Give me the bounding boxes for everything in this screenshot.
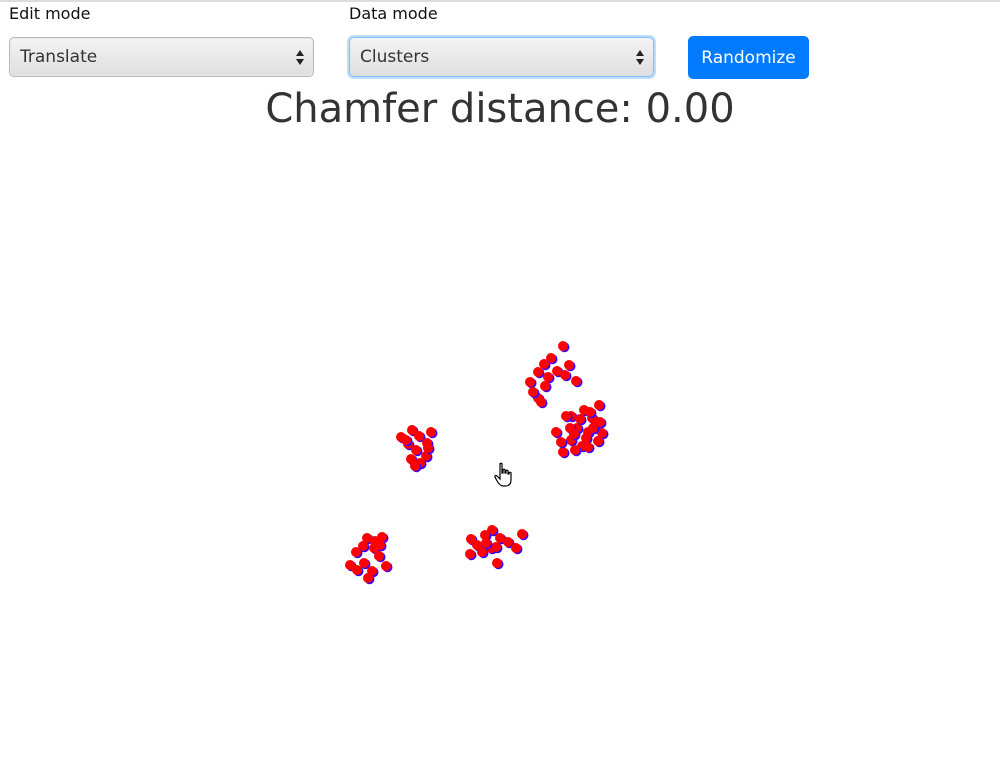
source-point[interactable] [503, 537, 513, 547]
source-point[interactable] [536, 397, 546, 407]
source-point[interactable] [583, 442, 593, 452]
source-point[interactable] [492, 558, 502, 568]
source-point[interactable] [585, 407, 595, 417]
source-point[interactable] [414, 431, 424, 441]
source-point[interactable] [564, 360, 574, 370]
source-point[interactable] [540, 381, 550, 391]
source-point[interactable] [560, 370, 570, 380]
source-point[interactable] [556, 437, 566, 447]
source-point[interactable] [363, 573, 373, 583]
source-point[interactable] [374, 551, 384, 561]
source-point[interactable] [375, 540, 385, 550]
source-point[interactable] [593, 436, 603, 446]
source-point[interactable] [581, 433, 591, 443]
source-point[interactable] [352, 565, 362, 575]
source-point[interactable] [525, 377, 535, 387]
source-point[interactable] [575, 414, 585, 424]
source-point[interactable] [571, 376, 581, 386]
hand-pointer-icon [494, 462, 512, 487]
source-point[interactable] [481, 538, 491, 548]
source-point[interactable] [595, 417, 605, 427]
source-point[interactable] [558, 341, 568, 351]
source-point[interactable] [569, 429, 579, 439]
source-point[interactable] [528, 387, 538, 397]
source-point[interactable] [570, 445, 580, 455]
source-point[interactable] [511, 543, 521, 553]
source-point[interactable] [551, 427, 561, 437]
point-cloud-canvas[interactable] [0, 0, 1000, 776]
source-point[interactable] [411, 445, 421, 455]
source-point[interactable] [543, 372, 553, 382]
source-point[interactable] [491, 542, 501, 552]
source-point[interactable] [351, 547, 361, 557]
source-point[interactable] [594, 400, 604, 410]
source-point[interactable] [381, 561, 391, 571]
source-point[interactable] [410, 461, 420, 471]
source-point[interactable] [558, 447, 568, 457]
source-point[interactable] [423, 443, 433, 453]
source-point[interactable] [561, 411, 571, 421]
source-point[interactable] [465, 549, 475, 559]
source-point[interactable] [401, 435, 411, 445]
source-point[interactable] [539, 359, 549, 369]
source-point[interactable] [517, 529, 527, 539]
source-point[interactable] [533, 367, 543, 377]
source-point[interactable] [426, 427, 436, 437]
